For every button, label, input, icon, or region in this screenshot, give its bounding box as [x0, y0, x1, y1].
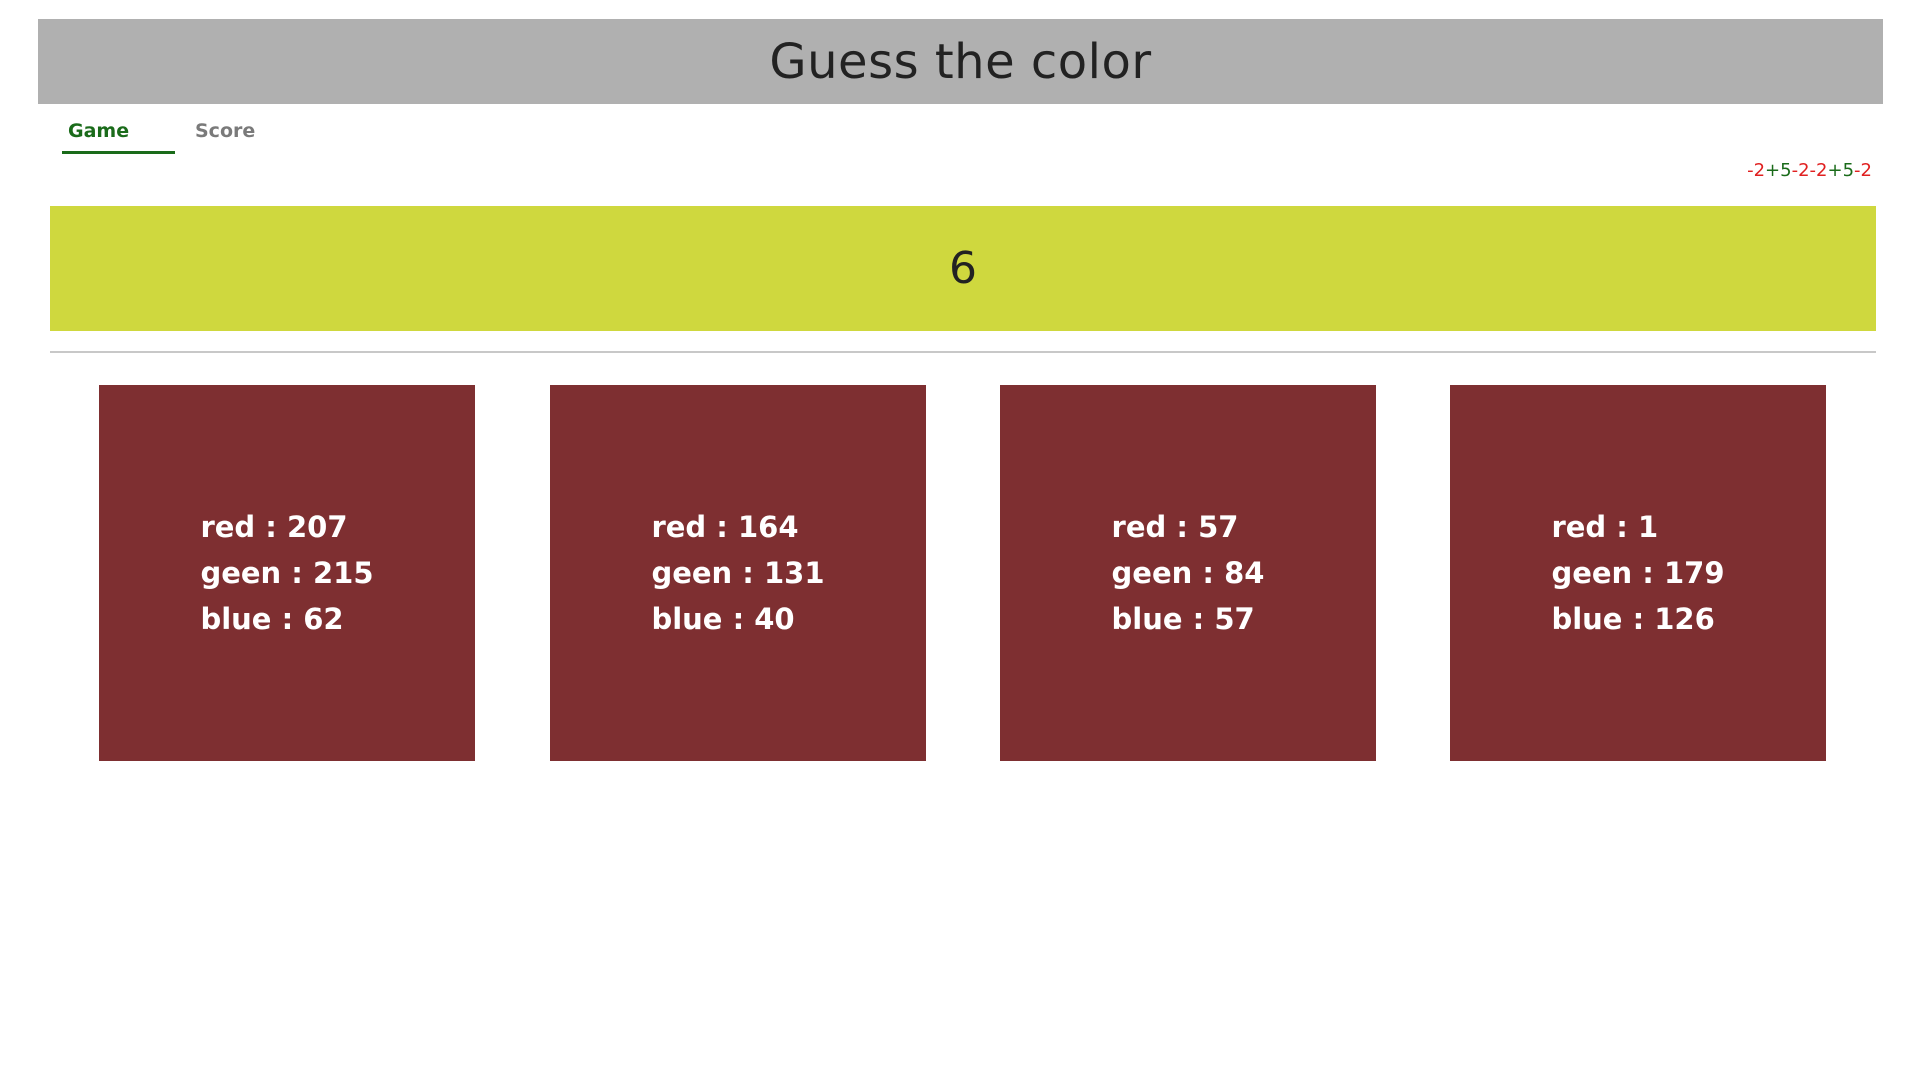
history-entry: +5	[1827, 160, 1855, 181]
divider	[50, 351, 1876, 353]
header-bar: Guess the color	[38, 19, 1883, 104]
history-entry: +5	[1765, 160, 1792, 181]
option-green-value: geen : 215	[200, 556, 374, 590]
option-green-value: geen : 84	[1111, 556, 1265, 590]
option-values: red : 164 geen : 131 blue : 40	[651, 504, 824, 642]
option-green-value: geen : 131	[651, 556, 825, 590]
page-title: Guess the color	[769, 33, 1152, 90]
color-option-1[interactable]: red : 207 geen : 215 blue : 62	[99, 385, 475, 761]
history-entry: -2	[1791, 160, 1810, 181]
target-color-swatch: 6	[50, 206, 1876, 331]
color-options: red : 207 geen : 215 blue : 62 red : 164…	[0, 385, 1920, 761]
color-option-3[interactable]: red : 57 geen : 84 blue : 57	[1000, 385, 1376, 761]
option-blue-value: blue : 57	[1111, 602, 1255, 636]
option-values: red : 57 geen : 84 blue : 57	[1112, 504, 1265, 642]
option-blue-value: blue : 126	[1551, 602, 1715, 636]
option-blue-value: blue : 62	[200, 602, 344, 636]
option-values: red : 207 geen : 215 blue : 62	[200, 504, 373, 642]
target-number: 6	[949, 243, 977, 294]
option-green-value: geen : 179	[1551, 556, 1725, 590]
option-red-value: red : 164	[651, 510, 799, 544]
tab-game[interactable]: Game	[62, 110, 175, 154]
option-blue-value: blue : 40	[651, 602, 795, 636]
option-red-value: red : 57	[1111, 510, 1239, 544]
tab-score[interactable]: Score	[175, 110, 285, 154]
game-app: Guess the color Game Score -2 +5 -2 -2 +…	[0, 0, 1920, 1080]
option-values: red : 1 geen : 179 blue : 126	[1551, 504, 1724, 642]
option-red-value: red : 1	[1551, 510, 1659, 544]
history-entry: -2	[1747, 160, 1766, 181]
color-option-2[interactable]: red : 164 geen : 131 blue : 40	[550, 385, 926, 761]
option-red-value: red : 207	[200, 510, 348, 544]
history-entry: -2	[1809, 160, 1828, 181]
color-option-4[interactable]: red : 1 geen : 179 blue : 126	[1450, 385, 1826, 761]
history-entry: -2	[1854, 160, 1872, 181]
score-history: -2 +5 -2 -2 +5 -2	[1747, 160, 1872, 181]
tab-bar: Game Score	[62, 110, 285, 156]
